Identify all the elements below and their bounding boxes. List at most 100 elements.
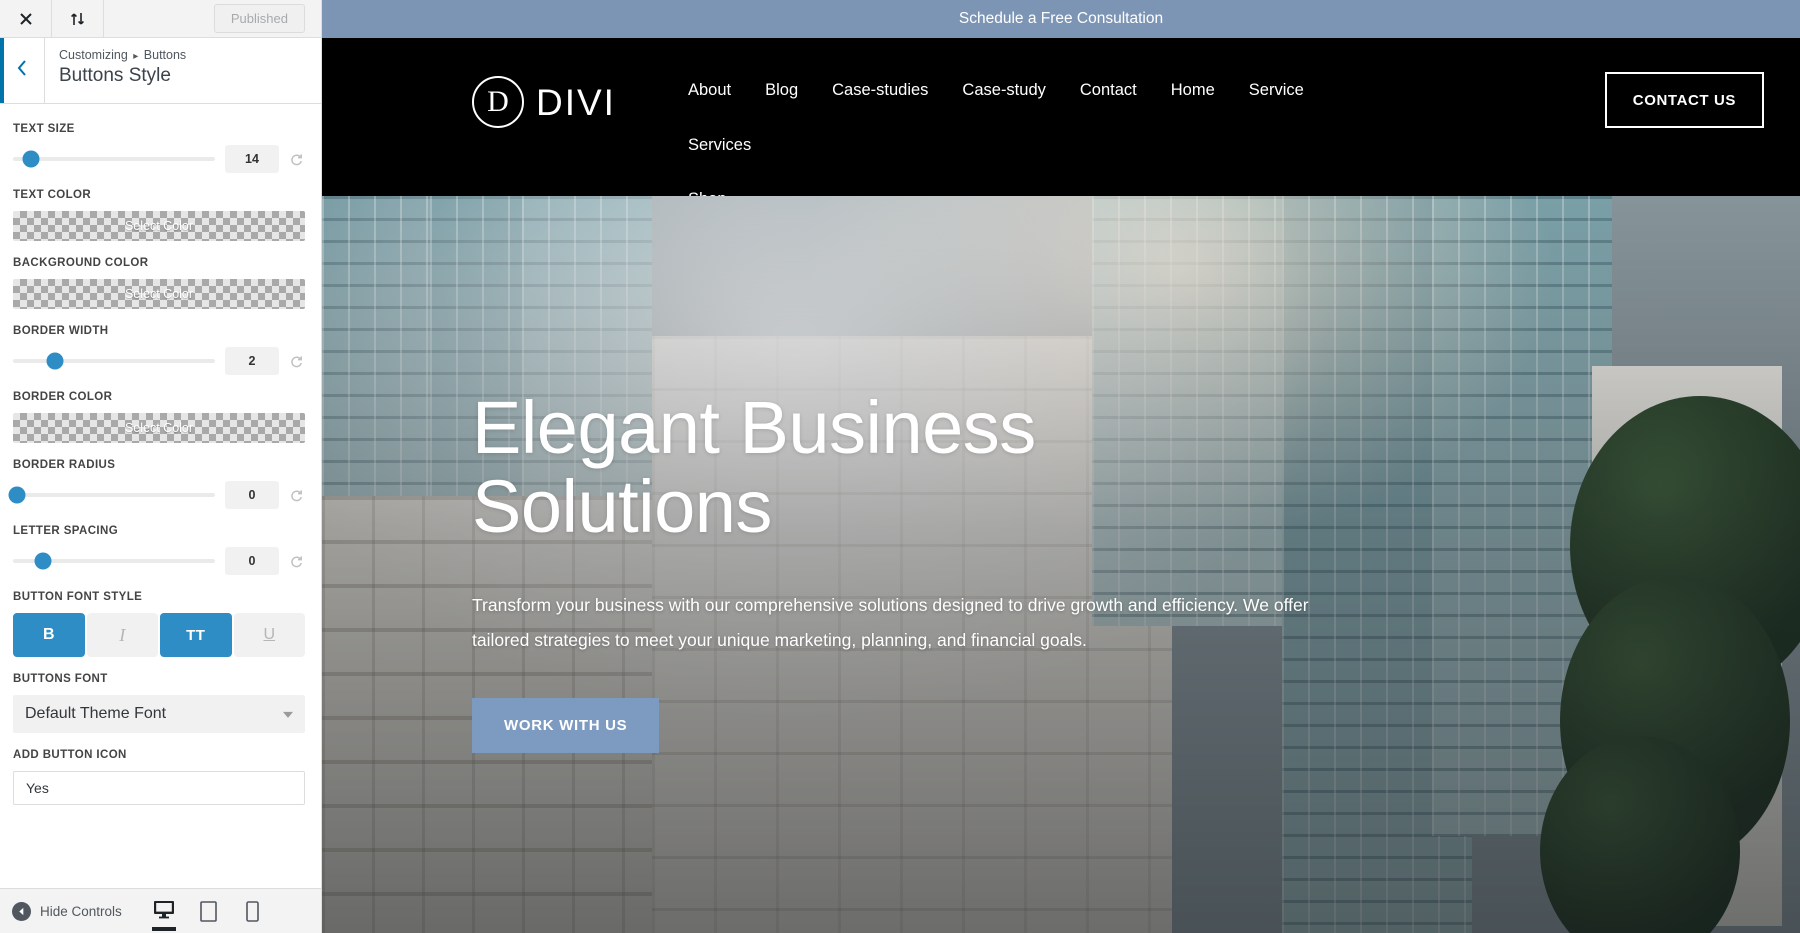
control-label: TEXT COLOR	[13, 189, 92, 201]
border-width-value[interactable]: 2	[225, 347, 279, 375]
background-color-picker[interactable]: Select Color	[13, 279, 305, 309]
hide-controls-button[interactable]: Hide Controls	[12, 901, 122, 921]
control-label: BACKGROUND COLOR	[13, 257, 149, 269]
font-style-italic-button[interactable]: I	[86, 613, 158, 657]
device-desktop-button[interactable]	[149, 889, 179, 933]
slider-row: 0	[8, 481, 305, 509]
nav-item-case-study[interactable]: Case-study	[962, 76, 1045, 131]
desktop-icon	[153, 899, 175, 924]
control-border-radius: BORDER RADIUS 0	[8, 459, 305, 509]
control-label: BUTTONS FONT	[13, 673, 108, 685]
site-preview-frame[interactable]: Schedule a Free Consultation D DIVI Abou…	[322, 0, 1800, 933]
border-radius-slider[interactable]	[8, 486, 215, 504]
hero-section: Elegant Business Solutions Transform you…	[322, 196, 1800, 933]
nav-item-contact[interactable]: Contact	[1080, 76, 1137, 131]
device-mobile-button[interactable]	[237, 889, 267, 933]
breadcrumb-root: Customizing	[59, 48, 128, 62]
divi-mark-icon: D	[472, 76, 524, 128]
chevron-left-icon	[16, 59, 28, 82]
control-border-color: BORDER COLOR Select Color	[13, 391, 305, 443]
border-width-slider[interactable]	[13, 352, 215, 370]
control-text-size: TEXT SIZE 14	[13, 123, 305, 173]
device-preview-switcher	[149, 889, 309, 933]
slider-knob[interactable]	[22, 150, 40, 168]
slider-knob[interactable]	[8, 486, 26, 504]
hero-heading-line2: Solutions	[472, 465, 772, 549]
control-label: BORDER COLOR	[13, 391, 113, 403]
nav-item-home[interactable]: Home	[1171, 76, 1215, 131]
announcement-text: Schedule a Free Consultation	[958, 10, 1164, 27]
hero-content: Elegant Business Solutions Transform you…	[322, 196, 1322, 754]
page-title: Buttons Style	[59, 65, 171, 86]
nav-item-blog[interactable]: Blog	[765, 76, 798, 131]
control-letter-spacing: LETTER SPACING 0	[13, 525, 305, 575]
collapse-arrow-icon	[12, 901, 31, 921]
hero-work-with-us-button[interactable]: WORK WITH US	[472, 698, 660, 754]
select-color-label: Select Color	[124, 219, 194, 233]
panel-back-button[interactable]	[0, 38, 45, 103]
font-style-underline-button[interactable]: U	[233, 613, 305, 657]
reset-icon[interactable]	[289, 488, 305, 503]
control-background-color: BACKGROUND COLOR Select Color	[13, 257, 305, 309]
text-size-value[interactable]: 14	[225, 145, 279, 173]
control-add-button-icon: ADD BUTTON ICON Yes	[13, 749, 305, 805]
hero-heading: Elegant Business Solutions	[472, 388, 1322, 546]
close-customizer-button[interactable]	[0, 0, 52, 37]
sidebar-footer: Hide Controls	[0, 888, 321, 933]
control-label: ADD BUTTON ICON	[13, 749, 127, 761]
breadcrumb: Customizing ▸ Buttons	[59, 48, 186, 62]
slider-row: 0	[13, 547, 305, 575]
control-border-width: BORDER WIDTH 2	[13, 325, 305, 375]
device-tablet-button[interactable]	[193, 889, 223, 933]
font-style-uppercase-button[interactable]: TT	[160, 613, 232, 657]
font-style-buttons: B I TT U	[13, 613, 305, 657]
reorder-arrows-icon	[69, 11, 87, 27]
close-icon	[18, 11, 34, 27]
letter-spacing-value[interactable]: 0	[225, 547, 279, 575]
nav-item-services[interactable]: Services	[688, 131, 751, 186]
font-style-bold-button[interactable]: B	[13, 613, 85, 657]
control-text-color: TEXT COLOR Select Color	[13, 189, 305, 241]
customizer-topbar: Published	[0, 0, 321, 38]
slider-row: 14	[13, 145, 305, 173]
breadcrumb-section: Buttons	[143, 48, 187, 62]
chevron-down-icon	[283, 711, 293, 718]
reset-icon[interactable]	[289, 152, 305, 167]
buttons-font-select[interactable]: Default Theme Font	[13, 695, 305, 733]
reset-icon[interactable]	[289, 354, 305, 369]
customizer-app: Published Customizing ▸ Buttons Buttons …	[0, 0, 1800, 933]
slider-knob[interactable]	[34, 552, 52, 570]
reset-icon[interactable]	[289, 554, 305, 569]
control-label: BORDER RADIUS	[13, 459, 116, 471]
select-color-label: Select Color	[124, 421, 194, 435]
control-label: BORDER WIDTH	[13, 325, 109, 337]
hero-paragraph: Transform your business with our compreh…	[472, 595, 1309, 651]
reorder-button[interactable]	[52, 0, 104, 37]
border-color-picker[interactable]: Select Color	[13, 413, 305, 443]
hero-heading-line1: Elegant Business	[472, 386, 1036, 469]
slider-knob[interactable]	[46, 352, 64, 370]
breadcrumb-separator: ▸	[133, 51, 139, 62]
text-size-slider[interactable]	[13, 150, 215, 168]
published-button[interactable]: Published	[213, 3, 305, 34]
add-button-icon-select[interactable]: Yes	[13, 771, 305, 805]
text-color-picker[interactable]: Select Color	[13, 211, 305, 241]
letter-spacing-slider[interactable]	[13, 552, 215, 570]
control-label: BUTTON FONT STYLE	[13, 591, 143, 603]
slider-row: 2	[13, 347, 305, 375]
nav-item-service[interactable]: Service	[1249, 76, 1304, 131]
announcement-bar[interactable]: Schedule a Free Consultation	[322, 0, 1800, 38]
panel-header-text: Customizing ▸ Buttons Buttons Style	[45, 38, 186, 103]
customizer-sidebar: Published Customizing ▸ Buttons Buttons …	[0, 0, 322, 933]
buttons-font-value: Default Theme Font	[25, 705, 167, 722]
nav-item-about[interactable]: About	[688, 76, 731, 131]
site-header: D DIVI About Blog Case-studies Case-stud…	[322, 38, 1800, 207]
border-radius-value[interactable]: 0	[225, 481, 279, 509]
panel-header: Customizing ▸ Buttons Buttons Style	[0, 38, 321, 104]
control-label: LETTER SPACING	[13, 525, 119, 537]
nav-item-case-studies[interactable]: Case-studies	[832, 76, 928, 131]
hide-controls-label: Hide Controls	[40, 903, 122, 919]
site-logo[interactable]: D DIVI	[472, 54, 616, 128]
header-contact-us-button[interactable]: CONTACT US	[1604, 72, 1764, 128]
